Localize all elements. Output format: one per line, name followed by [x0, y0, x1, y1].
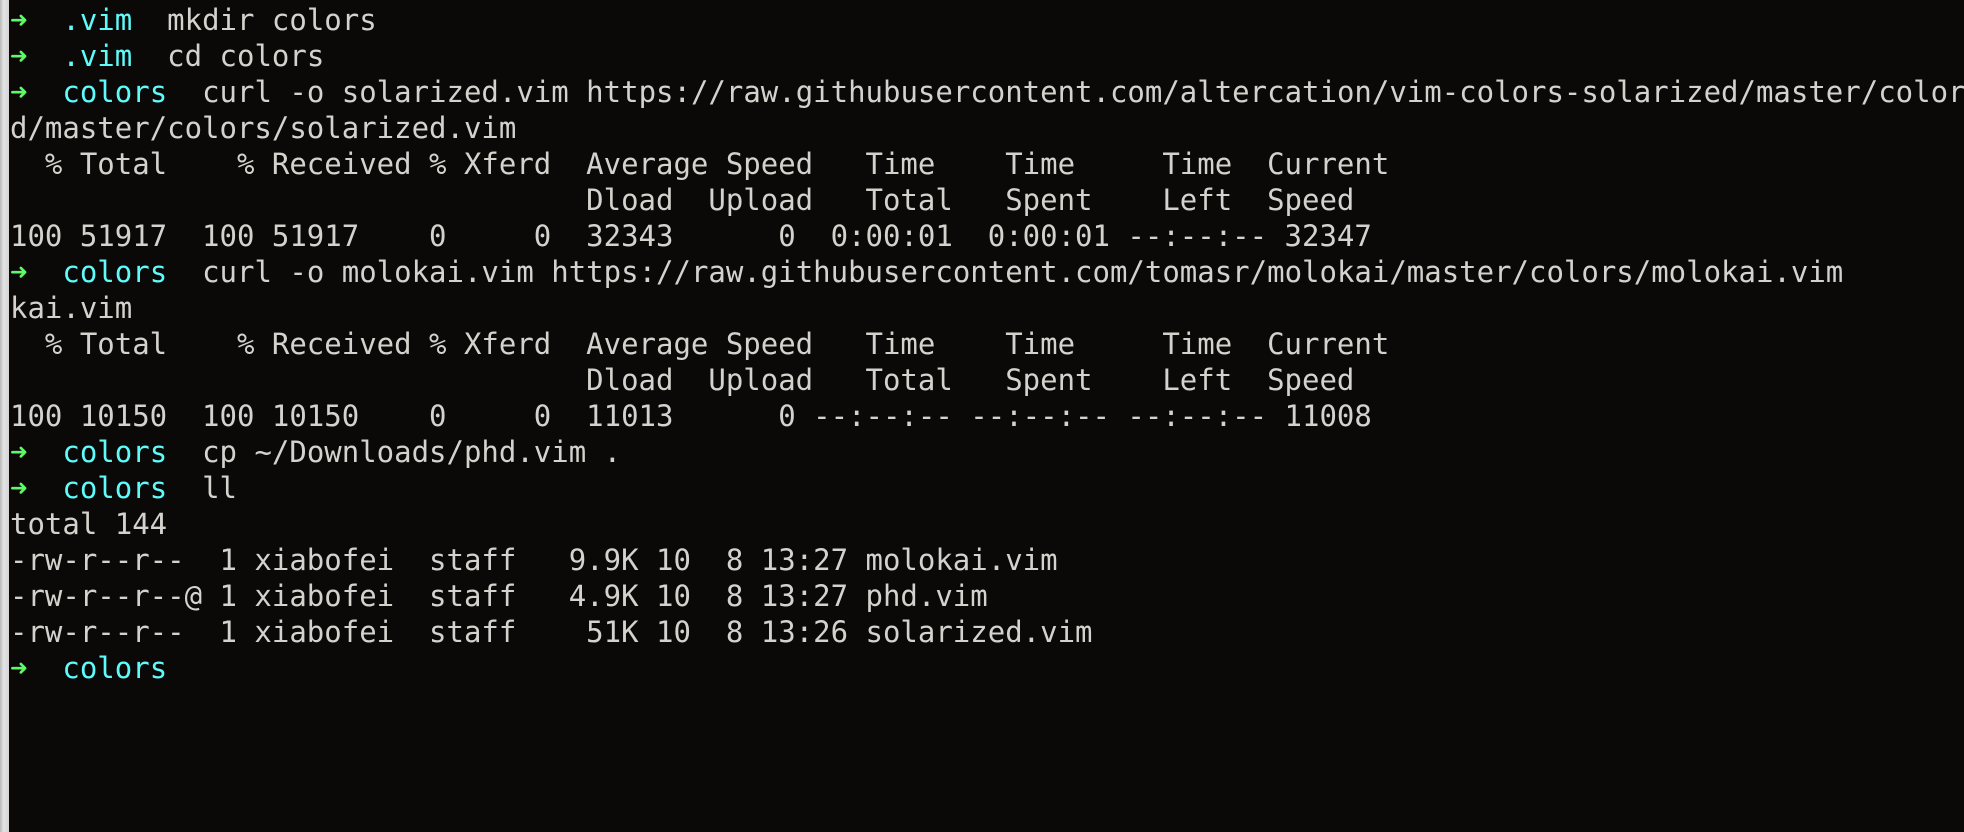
prompt-cwd: colors: [62, 75, 168, 109]
prompt-arrow-icon: ➜: [10, 435, 28, 469]
terminal-output-line: kai.vim: [0, 290, 1964, 326]
terminal-prompt-line: ➜ colors: [0, 650, 1964, 686]
terminal-command: cd colors: [167, 39, 325, 73]
terminal-output-line: % Total % Received % Xferd Average Speed…: [0, 146, 1964, 182]
terminal-output-text: total 144: [10, 507, 168, 541]
prompt-arrow-icon: ➜: [10, 3, 28, 37]
terminal-window[interactable]: ➜ .vim mkdir colors ➜ .vim cd colors ➜ col…: [0, 0, 1964, 832]
terminal-command: curl -o molokai.vim https://raw.githubus…: [202, 255, 1844, 289]
terminal-output-text: d/master/colors/solarized.vim: [10, 111, 517, 145]
terminal-output-text: Dload Upload Total Spent Left Speed: [10, 183, 1355, 217]
terminal-output-line: -rw-r--r--@ 1 xiabofei staff 4.9K 10 8 1…: [0, 578, 1964, 614]
terminal-prompt-line: ➜ .vim mkdir colors: [0, 2, 1964, 38]
terminal-output-text: % Total % Received % Xferd Average Speed…: [10, 327, 1390, 361]
terminal-output-line: -rw-r--r-- 1 xiabofei staff 51K 10 8 13:…: [0, 614, 1964, 650]
terminal-output-text: -rw-r--r-- 1 xiabofei staff 51K 10 8 13:…: [10, 615, 1093, 649]
terminal-prompt-line: ➜ colors curl -o solarized.vim https://r…: [0, 74, 1964, 110]
prompt-cwd: .vim: [62, 39, 133, 73]
terminal-command: mkdir colors: [167, 3, 377, 37]
scrollbar-vertical[interactable]: [0, 0, 9, 832]
terminal-output-line: 100 51917 100 51917 0 0 32343 0 0:00:01 …: [0, 218, 1964, 254]
terminal-output-line: Dload Upload Total Spent Left Speed: [0, 182, 1964, 218]
prompt-cwd: colors: [62, 471, 168, 505]
terminal-output-text: -rw-r--r-- 1 xiabofei staff 9.9K 10 8 13…: [10, 543, 1058, 577]
terminal-output-text: 100 10150 100 10150 0 0 11013 0 --:--:--…: [10, 399, 1372, 433]
terminal-output-text: kai.vim: [10, 291, 133, 325]
terminal-prompt-line: ➜ colors ll: [0, 470, 1964, 506]
terminal-output-text: Dload Upload Total Spent Left Speed: [10, 363, 1355, 397]
prompt-arrow-icon: ➜: [10, 471, 28, 505]
terminal-output-line: -rw-r--r-- 1 xiabofei staff 9.9K 10 8 13…: [0, 542, 1964, 578]
terminal-output-text: % Total % Received % Xferd Average Speed…: [10, 147, 1390, 181]
prompt-arrow-icon: ➜: [10, 39, 28, 73]
terminal-command: ll: [202, 471, 237, 505]
prompt-arrow-icon: ➜: [10, 255, 28, 289]
terminal-command: cp ~/Downloads/phd.vim .: [202, 435, 622, 469]
terminal-command: curl -o solarized.vim https://raw.github…: [202, 75, 1964, 109]
terminal-output-line: d/master/colors/solarized.vim: [0, 110, 1964, 146]
prompt-arrow-icon: ➜: [10, 75, 28, 109]
prompt-cwd: colors: [62, 435, 168, 469]
terminal-prompt-line: ➜ colors curl -o molokai.vim https://raw…: [0, 254, 1964, 290]
scrollbar-thumb[interactable]: [0, 0, 9, 832]
terminal-output-line: % Total % Received % Xferd Average Speed…: [0, 326, 1964, 362]
terminal-output-text: -rw-r--r--@ 1 xiabofei staff 4.9K 10 8 1…: [10, 579, 988, 613]
prompt-cwd: .vim: [62, 3, 133, 37]
terminal-prompt-line: ➜ .vim cd colors: [0, 38, 1964, 74]
terminal-prompt-line: ➜ colors cp ~/Downloads/phd.vim .: [0, 434, 1964, 470]
prompt-arrow-icon: ➜: [10, 651, 28, 685]
terminal-output-line: Dload Upload Total Spent Left Speed: [0, 362, 1964, 398]
terminal-output-line: 100 10150 100 10150 0 0 11013 0 --:--:--…: [0, 398, 1964, 434]
prompt-cwd: colors: [62, 255, 168, 289]
terminal-screen[interactable]: ➜ .vim mkdir colors ➜ .vim cd colors ➜ col…: [0, 0, 1964, 832]
prompt-cwd: colors: [62, 651, 168, 685]
terminal-output-text: 100 51917 100 51917 0 0 32343 0 0:00:01 …: [10, 219, 1372, 253]
terminal-output-line: total 144: [0, 506, 1964, 542]
